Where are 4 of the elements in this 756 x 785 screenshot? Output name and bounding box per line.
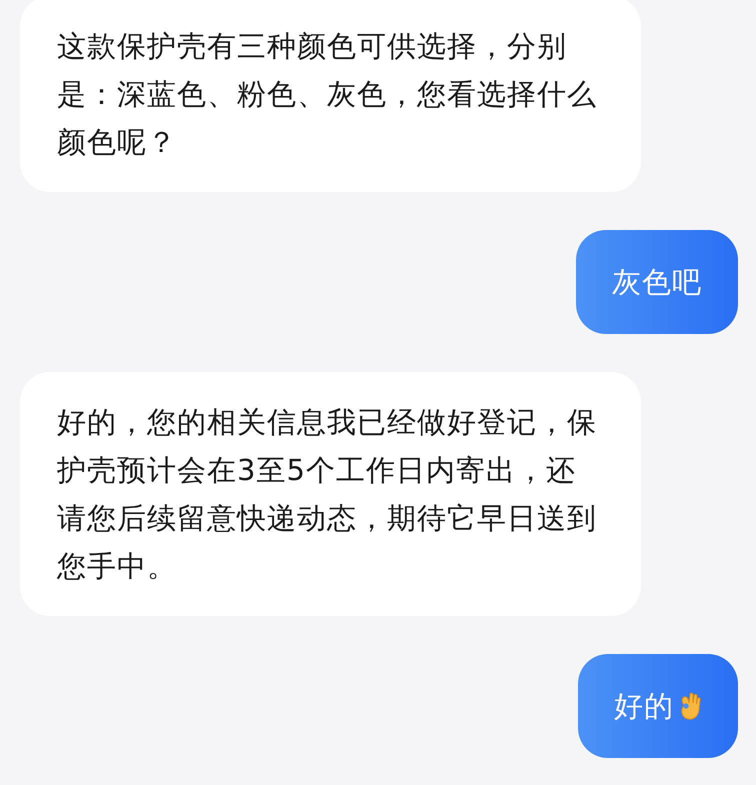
message-text: 好的 <box>614 688 674 725</box>
message-text: 灰色吧 <box>612 264 702 301</box>
message-text: 这款保护壳有三种颜色可供选择，分别 是：深蓝色、粉色、灰色，您看选择什么 颜色呢？ <box>57 28 597 161</box>
message-text: 好的，您的相关信息我已经做好登记，保 护壳预计会在3至5个工作日内寄出，还 请您后续留意快递动态，期待它早日送到 您手中。 <box>57 404 597 585</box>
